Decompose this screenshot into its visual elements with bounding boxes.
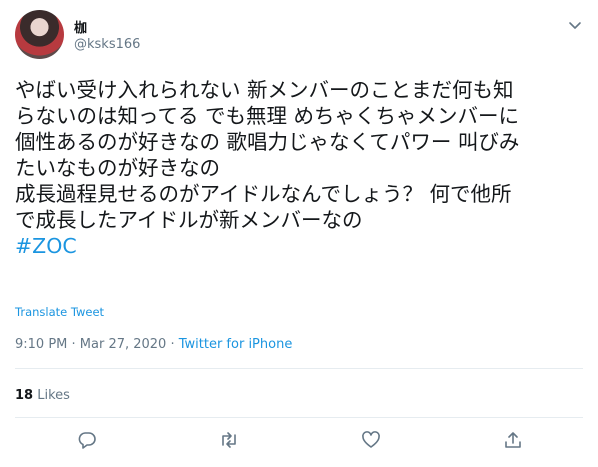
avatar[interactable] [15, 10, 64, 59]
chevron-down-icon[interactable] [568, 17, 582, 29]
user-handle[interactable]: @ksks166 [74, 37, 140, 52]
tweet-text-line: やばい受け入れられない 新メンバーのことまだ何も知 [15, 78, 514, 102]
likes-stat[interactable]: 18 Likes [15, 388, 70, 403]
share-icon[interactable] [503, 430, 523, 450]
likes-count: 18 [15, 388, 34, 403]
tweet-text-line: たいなものが好きなの [15, 156, 220, 180]
divider [15, 368, 583, 369]
tweet-text-line: 成長過程見せるのがアイドルなんでしょう？ 何で他所 [15, 182, 512, 206]
tweet-meta: 9:10 PM · Mar 27, 2020 · Twitter for iPh… [15, 337, 292, 352]
likes-label: Likes [37, 388, 70, 403]
reply-icon[interactable] [77, 430, 97, 450]
timestamp[interactable]: 9:10 PM · Mar 27, 2020 · [15, 337, 179, 352]
translate-tweet-link[interactable]: Translate Tweet [15, 305, 104, 319]
hashtag-link[interactable]: #ZOC [15, 233, 585, 259]
heart-icon[interactable] [361, 430, 381, 450]
tweet-text-line: で成長したアイドルが新メンバーなの [15, 208, 363, 232]
source-link[interactable]: Twitter for iPhone [179, 337, 293, 352]
divider [15, 417, 583, 418]
tweet-text: やばい受け入れられない 新メンバーのことまだ何も知 らないのは知ってる でも無理… [15, 77, 585, 259]
display-name[interactable]: 枷 [74, 17, 87, 36]
tweet-text-line: 個性あるのが好きなの 歌唱力じゃなくてパワー 叫びみ [15, 130, 520, 154]
tweet-text-line: らないのは知ってる でも無理 めちゃくちゃメンバーに [15, 104, 520, 128]
retweet-icon[interactable] [219, 430, 239, 450]
